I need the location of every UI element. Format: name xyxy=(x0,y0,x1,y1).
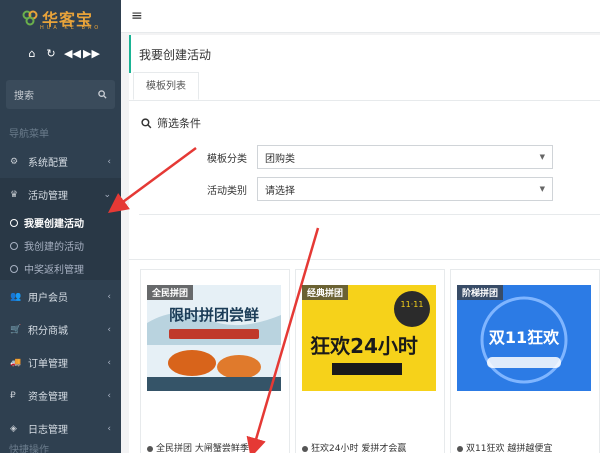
filter-label: 活动类别 xyxy=(207,185,247,197)
users-icon: 👥 xyxy=(10,291,22,302)
bullet-icon xyxy=(302,445,308,452)
forward-icon[interactable]: ▶▶ xyxy=(83,47,100,60)
card-title: 狂欢24小时 爱拼才会赢 xyxy=(302,441,406,453)
svg-text:11·11: 11·11 xyxy=(401,300,424,309)
sidebar-item-system-config[interactable]: ⚙ 系统配置 ‹ xyxy=(0,145,121,178)
subitem-prize-rebate[interactable]: 中奖返利管理 xyxy=(0,257,121,280)
filter-label: 模板分类 xyxy=(207,153,247,165)
menu-toggle-icon[interactable]: ≡ xyxy=(131,8,143,24)
sidebar-item-orders[interactable]: 🚚 订单管理 ‹ xyxy=(0,346,121,379)
caret-down-icon: ▼ xyxy=(539,153,545,161)
thumbnail-text: 狂欢24小时 xyxy=(310,334,418,358)
activity-submenu: 我要创建活动 我创建的活动 中奖返利管理 xyxy=(0,211,121,280)
refresh-icon[interactable]: ↻ xyxy=(45,47,57,60)
logo-subtitle: HUA KE BAO xyxy=(40,25,102,31)
circle-icon xyxy=(10,241,18,250)
cart-icon: 🛒 xyxy=(10,324,22,335)
card-tag: 经典拼团 xyxy=(302,285,349,300)
card-title: 双11狂欢 越拼越便宜 xyxy=(457,441,552,453)
chevron-left-icon: ‹ xyxy=(107,324,111,335)
chevron-down-icon: ⌄ xyxy=(103,189,111,200)
topbar: ≡ xyxy=(121,0,600,33)
template-card[interactable]: 限时拼团尝鲜 全民拼团 全民拼团 大闸蟹尝鲜季 xyxy=(140,269,290,453)
page-title: 我要创建活动 xyxy=(139,47,212,62)
tab-template-list[interactable]: 模板列表 xyxy=(133,72,199,100)
trophy-icon: ♛ xyxy=(10,189,19,200)
divider xyxy=(129,259,600,260)
template-card[interactable]: 双11狂欢 阶梯拼团 双11狂欢 越拼越便宜 xyxy=(450,269,600,453)
page-title-bar: 我要创建活动 xyxy=(129,35,600,73)
filter-header: 筛选条件 xyxy=(129,107,600,139)
thumbnail-text: 双11狂欢 xyxy=(489,328,560,347)
card-title: 全民拼团 大闸蟹尝鲜季 xyxy=(147,441,249,453)
template-thumbnail[interactable]: 11·11 狂欢24小时 xyxy=(302,285,436,391)
bullet-icon xyxy=(147,445,153,452)
template-thumbnail[interactable]: 双11狂欢 xyxy=(457,285,591,391)
tab-bar: 模板列表 xyxy=(129,72,600,101)
filter-form: 模板分类 团购类 ▼ 活动类别 请选择 ▼ xyxy=(139,139,600,215)
subitem-label: 中奖返利管理 xyxy=(24,265,84,276)
circle-icon xyxy=(10,218,18,227)
sidebar-item-label: 日志管理 xyxy=(28,425,68,436)
chevron-left-icon: ‹ xyxy=(107,390,111,401)
sidebar-item-label: 积分商城 xyxy=(28,326,68,337)
sidebar-item-label: 订单管理 xyxy=(28,359,68,370)
thumbnail-text: 限时拼团尝鲜 xyxy=(169,306,259,324)
chevron-left-icon: ‹ xyxy=(107,291,111,302)
sidebar-item-funds[interactable]: ₽ 资金管理 ‹ xyxy=(0,379,121,412)
sidebar-quick-actions: 快捷操作 xyxy=(9,445,49,453)
sidebar-search[interactable]: 搜索 xyxy=(6,80,115,109)
nav-header: 导航菜单 xyxy=(9,129,49,140)
rewind-icon[interactable]: ◀◀ xyxy=(64,47,81,60)
sidebar-item-activity[interactable]: ♛ 活动管理 ⌄ xyxy=(0,178,121,211)
logo[interactable]: 华客宝 HUA KE BAO xyxy=(0,0,121,36)
money-icon: ₽ xyxy=(10,390,16,401)
subitem-create-activity[interactable]: 我要创建活动 xyxy=(0,211,121,234)
sidebar: 华客宝 HUA KE BAO ⌂ ↻ ◀◀ ▶▶ 搜索 导航菜单 ⚙ 系统配置 … xyxy=(0,0,121,453)
template-cards: 限时拼团尝鲜 全民拼团 全民拼团 大闸蟹尝鲜季 11·11 狂欢24小时 经典拼… xyxy=(139,269,600,453)
search-icon xyxy=(98,90,107,99)
template-category-select[interactable]: 团购类 ▼ xyxy=(257,145,553,169)
subitem-label: 我要创建活动 xyxy=(24,219,84,230)
subitem-my-activities[interactable]: 我创建的活动 xyxy=(0,234,121,257)
chevron-left-icon: ‹ xyxy=(107,357,111,368)
home-icon[interactable]: ⌂ xyxy=(26,47,38,60)
sidebar-item-label: 系统配置 xyxy=(28,158,68,169)
sidebar-item-points-mall[interactable]: 🛒 积分商城 ‹ xyxy=(0,313,121,346)
gear-icon: ⚙ xyxy=(10,156,19,167)
filter-title: 筛选条件 xyxy=(157,117,201,130)
select-value: 团购类 xyxy=(265,153,295,165)
crab-illustration: 限时拼团尝鲜 xyxy=(147,285,281,391)
bullet-icon xyxy=(457,445,463,452)
shield-icon: ◈ xyxy=(10,423,17,434)
sidebar-item-label: 资金管理 xyxy=(28,392,68,403)
card-tag: 全民拼团 xyxy=(147,285,194,300)
circle-icon xyxy=(10,264,18,273)
chevron-left-icon: ‹ xyxy=(107,423,111,434)
sidebar-item-label: 用户会员 xyxy=(28,293,68,304)
sidebar-item-label: 活动管理 xyxy=(28,191,68,202)
sidebar-item-members[interactable]: 👥 用户会员 ‹ xyxy=(0,280,121,313)
filter-row-category: 模板分类 团购类 ▼ xyxy=(139,145,553,169)
search-label: 搜索 xyxy=(14,91,34,102)
activity-type-select[interactable]: 请选择 ▼ xyxy=(257,177,553,201)
content-panel: 模板列表 筛选条件 模板分类 团购类 ▼ 活动类别 请选择 ▼ 限时拼团尝鲜 全… xyxy=(129,72,600,453)
chevron-left-icon: ‹ xyxy=(107,156,111,167)
double11-illustration: 双11狂欢 xyxy=(457,285,591,391)
truck-icon: 🚚 xyxy=(10,357,22,368)
select-value: 请选择 xyxy=(265,185,295,197)
search-icon xyxy=(141,117,152,128)
card-tag: 阶梯拼团 xyxy=(457,285,504,300)
logo-icon xyxy=(22,10,38,26)
subitem-label: 我创建的活动 xyxy=(24,242,84,253)
carnival-illustration: 11·11 狂欢24小时 xyxy=(302,285,436,391)
main-area: ≡ 我要创建活动 模板列表 筛选条件 模板分类 团购类 ▼ 活动类别 请选择 ▼… xyxy=(121,0,600,453)
filter-row-type: 活动类别 请选择 ▼ xyxy=(139,177,553,201)
template-card[interactable]: 11·11 狂欢24小时 经典拼团 狂欢24小时 爱拼才会赢 xyxy=(295,269,445,453)
template-thumbnail[interactable]: 限时拼团尝鲜 xyxy=(147,285,281,391)
sidebar-toolbar: ⌂ ↻ ◀◀ ▶▶ xyxy=(0,38,121,68)
caret-down-icon: ▼ xyxy=(539,185,545,193)
